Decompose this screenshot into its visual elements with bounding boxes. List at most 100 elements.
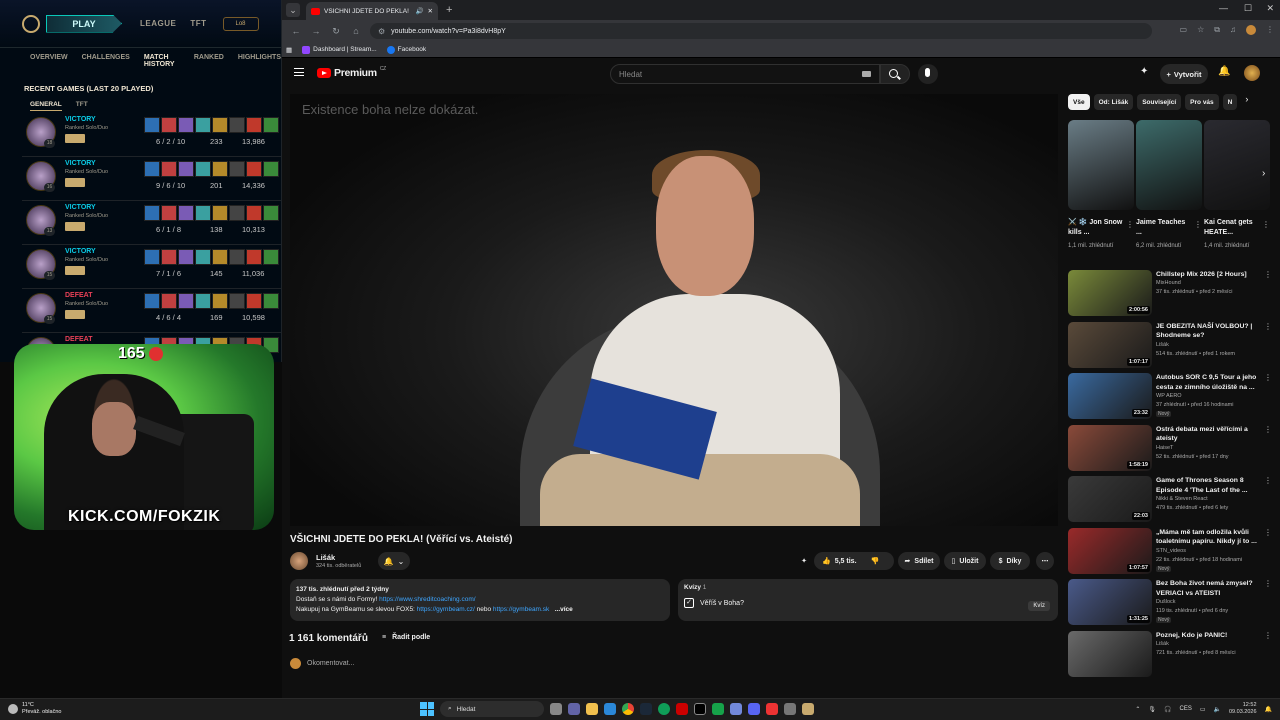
video-player[interactable]: Existence boha nelze dokázat. xyxy=(290,94,1058,526)
weather-widget[interactable]: 11°C Převáž. oblačno xyxy=(8,702,61,716)
chip-from-channel[interactable]: Od: Lišák xyxy=(1093,94,1134,110)
app-icon-2[interactable] xyxy=(730,703,742,715)
like-count[interactable]: 5,5 tis. xyxy=(835,558,857,565)
terminal-icon[interactable] xyxy=(712,703,724,715)
like-icon[interactable]: 👍 xyxy=(822,557,831,565)
recommendation-item[interactable]: 1:31:25 Bez Boha život nemá zmysel? VERI… xyxy=(1068,579,1274,627)
subnav-highlights[interactable]: HIGHLIGHTS xyxy=(238,54,281,66)
recommendation-item[interactable]: 2:00:56 Chillstep Mix 2026 [2 Hours] Mix… xyxy=(1068,270,1274,318)
play-button[interactable]: PLAY xyxy=(46,14,122,33)
subnav-overview[interactable]: OVERVIEW xyxy=(30,54,68,66)
short-thumbnail[interactable] xyxy=(1204,120,1270,210)
discord-icon[interactable] xyxy=(748,703,760,715)
short-menu-icon[interactable]: ⋮ xyxy=(1262,220,1270,229)
video-thumbnail[interactable] xyxy=(1068,630,1152,677)
league-icon[interactable] xyxy=(802,703,814,715)
short-menu-icon[interactable]: ⋮ xyxy=(1126,220,1134,229)
subscribe-bell-button[interactable]: 🔔 ⌄ xyxy=(378,552,410,570)
recommendation-item[interactable]: 1:58:19 Ostrá debata mezi věřícími a ate… xyxy=(1068,424,1274,473)
recommendation-item[interactable]: 22:03 Game of Thrones Season 8 Episode 4… xyxy=(1068,476,1274,524)
video-menu-icon[interactable]: ⋮ xyxy=(1264,528,1272,537)
subnav-match-history[interactable]: MATCH HISTORY xyxy=(144,54,180,68)
video-title[interactable]: Bez Boha život nemá zmysel? VERIACI vs A… xyxy=(1156,579,1264,598)
recommendation-item[interactable]: Poznej, Kdo je PANIC! Lišák 721 tis. zhl… xyxy=(1068,630,1274,679)
subnav-challenges[interactable]: CHALLENGES xyxy=(82,54,130,66)
game-row[interactable]: 18 VICTORY Ranked Solo/Duo 6 / 2 / 10 23… xyxy=(22,113,281,157)
game-row[interactable]: 15 VICTORY Ranked Solo/Duo 7 / 1 / 6 145… xyxy=(22,245,281,289)
save-button[interactable]: ▯ Uložit xyxy=(944,552,986,570)
network-icon[interactable]: ▭ xyxy=(1200,706,1206,713)
subnav-ranked[interactable]: RANKED xyxy=(194,54,224,66)
apps-icon[interactable]: ▦ xyxy=(286,46,292,54)
chrome-icon[interactable] xyxy=(622,703,634,715)
game-row[interactable]: 16 VICTORY Ranked Solo/Duo 9 / 6 / 10 20… xyxy=(22,157,281,201)
short-thumbnail[interactable] xyxy=(1136,120,1202,210)
site-info-icon[interactable]: ⚙ xyxy=(378,27,385,36)
add-comment-field[interactable]: Okomentovat... xyxy=(290,658,354,669)
clock[interactable]: 12:52 09.03.2026 xyxy=(1229,702,1257,716)
channel-name[interactable]: Nikki & Steven React xyxy=(1156,496,1208,502)
keyboard-icon[interactable] xyxy=(862,71,871,77)
audio-icon[interactable]: 🔊 xyxy=(415,7,423,15)
quiz-panel[interactable]: Kvízy 1 ✓ Věříš v Boha? Kvíz xyxy=(678,579,1058,621)
new-tab-icon[interactable]: + xyxy=(446,4,452,16)
short-menu-icon[interactable]: ⋮ xyxy=(1194,220,1202,229)
chip-for-you[interactable]: Pro vás xyxy=(1185,94,1219,110)
recommendation-item[interactable]: 1:07:57 „Máma mě tam odložila kvůli toal… xyxy=(1068,527,1274,576)
menu-icon[interactable]: ⋮ xyxy=(1266,25,1274,35)
channel-name[interactable]: Lišák xyxy=(1156,342,1169,348)
taskbar-search[interactable]: ⌕ Hledat xyxy=(440,701,544,717)
video-menu-icon[interactable]: ⋮ xyxy=(1264,270,1272,279)
video-title[interactable]: Game of Thrones Season 8 Episode 4 'The … xyxy=(1156,476,1264,495)
reload-icon[interactable]: ↻ xyxy=(330,26,342,37)
desc-link[interactable]: https://gymbeam.cz/ xyxy=(417,606,475,613)
desc-link[interactable]: https://gymbeam.sk xyxy=(493,606,549,613)
short-title[interactable]: ⚔️ ❄️ Jon Snow kills ... xyxy=(1068,218,1124,238)
video-title[interactable]: Poznej, Kdo je PANIC! xyxy=(1156,631,1264,641)
channel-name[interactable]: MixHound xyxy=(1156,280,1181,286)
minimize-icon[interactable]: — xyxy=(1219,3,1228,13)
headset-icon[interactable]: 🎧 xyxy=(1164,706,1171,713)
chip-more[interactable]: N xyxy=(1222,94,1238,110)
voice-search-button[interactable] xyxy=(918,64,938,84)
short-title[interactable]: Kai Cenat gets HEATE... xyxy=(1204,218,1260,238)
language-indicator[interactable]: CES xyxy=(1179,706,1191,712)
level-badge[interactable]: Lo8 xyxy=(222,16,259,31)
settings-icon[interactable] xyxy=(784,703,796,715)
app-icon[interactable] xyxy=(676,703,688,715)
close-window-icon[interactable]: ✕ xyxy=(1266,3,1274,14)
obs-icon[interactable] xyxy=(766,703,778,715)
game-row[interactable]: 13 VICTORY Ranked Solo/Duo 6 / 1 / 8 138… xyxy=(22,201,281,245)
channel-name[interactable]: WP AERO xyxy=(1156,393,1182,399)
mic-icon[interactable]: 🎙 xyxy=(1148,706,1156,713)
back-icon[interactable]: ← xyxy=(290,26,302,36)
video-title[interactable]: Ostrá debata mezi věřícími a ateisty xyxy=(1156,425,1264,444)
chips-next-icon[interactable]: › xyxy=(1245,94,1248,110)
video-menu-icon[interactable]: ⋮ xyxy=(1264,631,1272,640)
recommendation-item[interactable]: 23:32 Autobus SOR C 9,5 Tour a jeho cest… xyxy=(1068,373,1274,421)
thanks-button[interactable]: $ Díky xyxy=(990,552,1030,570)
video-title[interactable]: Chillstep Mix 2026 [2 Hours] xyxy=(1156,270,1264,280)
chip-all[interactable]: Vše xyxy=(1068,94,1090,110)
short-title[interactable]: Jaime Teaches ... xyxy=(1136,218,1192,238)
share-button[interactable]: ➦ Sdílet xyxy=(898,552,940,570)
search-input[interactable]: Hledat xyxy=(610,64,880,84)
video-menu-icon[interactable]: ⋮ xyxy=(1264,579,1272,588)
extensions-icon[interactable]: ⧉ xyxy=(1214,25,1220,35)
gemini-icon[interactable]: ✦ xyxy=(1140,66,1148,77)
forward-icon[interactable]: → xyxy=(310,26,322,36)
edge-icon[interactable] xyxy=(658,703,670,715)
tab-search-icon[interactable]: ⌄ xyxy=(286,3,300,17)
volume-icon[interactable]: 🔈 xyxy=(1214,706,1221,713)
notifications-icon[interactable]: 🔔 xyxy=(1265,706,1272,713)
teams-icon[interactable] xyxy=(568,703,580,715)
nav-league[interactable]: LEAGUE xyxy=(140,19,176,28)
home-icon[interactable]: ⌂ xyxy=(350,26,362,36)
browser-tab[interactable]: VŠICHNI JDETE DO PEKLA! 🔊 ✕ xyxy=(306,2,438,20)
bookmark-facebook[interactable]: Facebook xyxy=(386,45,426,54)
search-button[interactable] xyxy=(880,64,910,84)
recommendation-item[interactable]: 1:07:17 JE OBEZITA NAŠÍ VOLBOU? | Shodne… xyxy=(1068,321,1274,370)
tab-general[interactable]: GENERAL xyxy=(30,101,62,111)
media-icon[interactable]: ♫ xyxy=(1230,25,1236,35)
tab-tft[interactable]: TFT xyxy=(76,101,88,111)
